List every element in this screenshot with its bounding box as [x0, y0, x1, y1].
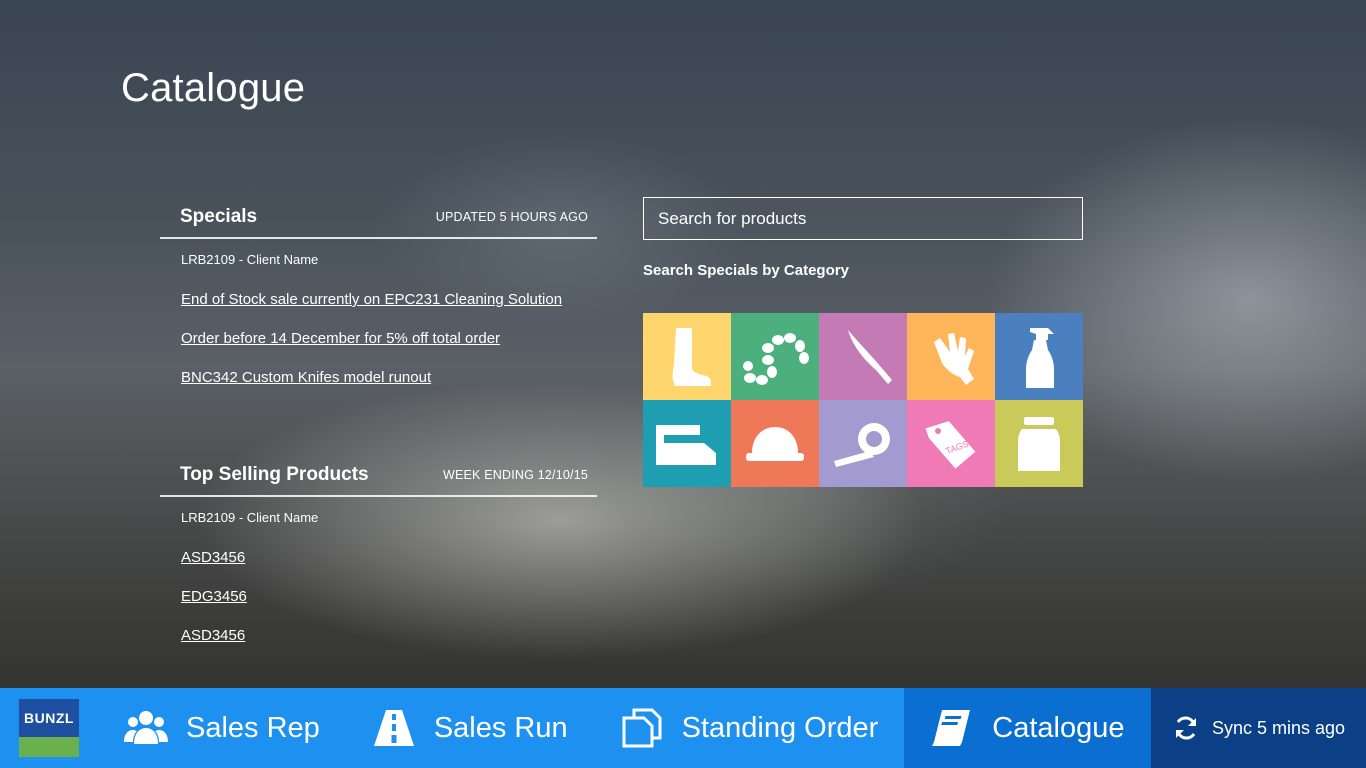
list-item: End of Stock sale currently on EPC231 Cl…	[181, 291, 597, 311]
top-selling-header: Top Selling Products WEEK ENDING 12/10/1…	[160, 455, 597, 497]
top-selling-client: LRB2109 - Client Name	[181, 510, 319, 525]
specials-header: Specials UPDATED 5 HOURS AGO	[160, 197, 597, 239]
specials-panel: Specials UPDATED 5 HOURS AGO LRB2109 - C…	[160, 197, 597, 389]
list-item: ASD3456	[181, 627, 597, 647]
nav-sales-run[interactable]: Sales Run	[346, 688, 594, 768]
list-item: ASD3456	[181, 549, 597, 569]
book-icon	[932, 710, 971, 746]
product-link[interactable]: ASD3456	[181, 549, 245, 566]
road-icon	[373, 710, 414, 746]
nav-label: Sales Rep	[186, 711, 320, 744]
product-link[interactable]: ASD3456	[181, 627, 245, 644]
nav-standing-order[interactable]: Standing Order	[594, 688, 905, 768]
hard-hat-icon	[746, 426, 804, 461]
category-tile-dispensers[interactable]	[643, 400, 731, 487]
bunzl-logo: BUNZL	[19, 699, 79, 757]
dispenser-icon	[656, 424, 716, 465]
top-selling-title: Top Selling Products	[180, 464, 369, 485]
sausage-icon	[743, 332, 809, 385]
category-tile-cleaning[interactable]	[995, 313, 1083, 400]
spray-bottle-icon	[1026, 327, 1054, 388]
specials-updated: UPDATED 5 HOURS AGO	[435, 210, 588, 224]
sync-icon	[1175, 716, 1196, 740]
jar-icon	[1018, 416, 1060, 471]
category-tile-containers[interactable]	[995, 400, 1083, 487]
nav-sales-rep[interactable]: Sales Rep	[98, 688, 346, 768]
category-tile-tags[interactable]: TAGS	[907, 400, 995, 487]
special-link[interactable]: BNC342 Custom Knifes model runout	[181, 369, 431, 386]
category-heading: Search Specials by Category	[643, 262, 849, 279]
tag-icon: TAGS	[925, 420, 976, 469]
glove-icon	[934, 332, 974, 385]
category-tile-gloves[interactable]	[907, 313, 995, 400]
specials-client: LRB2109 - Client Name	[181, 252, 319, 267]
product-link[interactable]: EDG3456	[181, 588, 247, 605]
special-link[interactable]: Order before 14 December for 5% off tota…	[181, 330, 500, 347]
search-input[interactable]	[643, 197, 1083, 240]
logo-text: BUNZL	[19, 699, 79, 737]
copy-icon	[622, 708, 662, 748]
boot-icon	[672, 327, 711, 386]
logo-stripe	[19, 737, 79, 757]
nav-label: Standing Order	[681, 711, 879, 744]
top-selling-panel: Top Selling Products WEEK ENDING 12/10/1…	[160, 455, 597, 647]
bottom-app-bar: BUNZL Sales Rep Sales Run Standing Order	[0, 688, 1366, 768]
top-selling-list: ASD3456 EDG3456 ASD3456	[181, 549, 597, 647]
page-title: Catalogue	[121, 66, 306, 110]
nav-label: Sales Run	[433, 711, 568, 744]
list-item: BNC342 Custom Knifes model runout	[181, 369, 597, 389]
list-item: Order before 14 December for 5% off tota…	[181, 330, 597, 350]
specials-title: Specials	[180, 206, 258, 227]
specials-list: End of Stock sale currently on EPC231 Cl…	[181, 291, 597, 389]
category-tile-tape[interactable]	[819, 400, 907, 487]
nav-catalogue[interactable]: Catalogue	[904, 688, 1151, 768]
special-link[interactable]: End of Stock sale currently on EPC231 Cl…	[181, 291, 562, 308]
sync-button[interactable]: Sync 5 mins ago	[1151, 688, 1366, 768]
tape-icon	[834, 422, 890, 467]
category-tile-safety[interactable]	[731, 400, 819, 487]
knife-icon	[848, 329, 892, 384]
category-grid: TAGS	[643, 313, 1083, 487]
people-icon	[124, 711, 168, 744]
category-tile-sausages[interactable]	[731, 313, 819, 400]
top-selling-week: WEEK ENDING 12/10/15	[442, 468, 588, 482]
category-tile-boots[interactable]	[643, 313, 731, 400]
nav-label: Catalogue	[992, 711, 1125, 744]
logo-container: BUNZL	[0, 688, 98, 768]
category-tile-knives[interactable]	[819, 313, 907, 400]
sync-label: Sync 5 mins ago	[1211, 717, 1346, 738]
list-item: EDG3456	[181, 588, 597, 608]
